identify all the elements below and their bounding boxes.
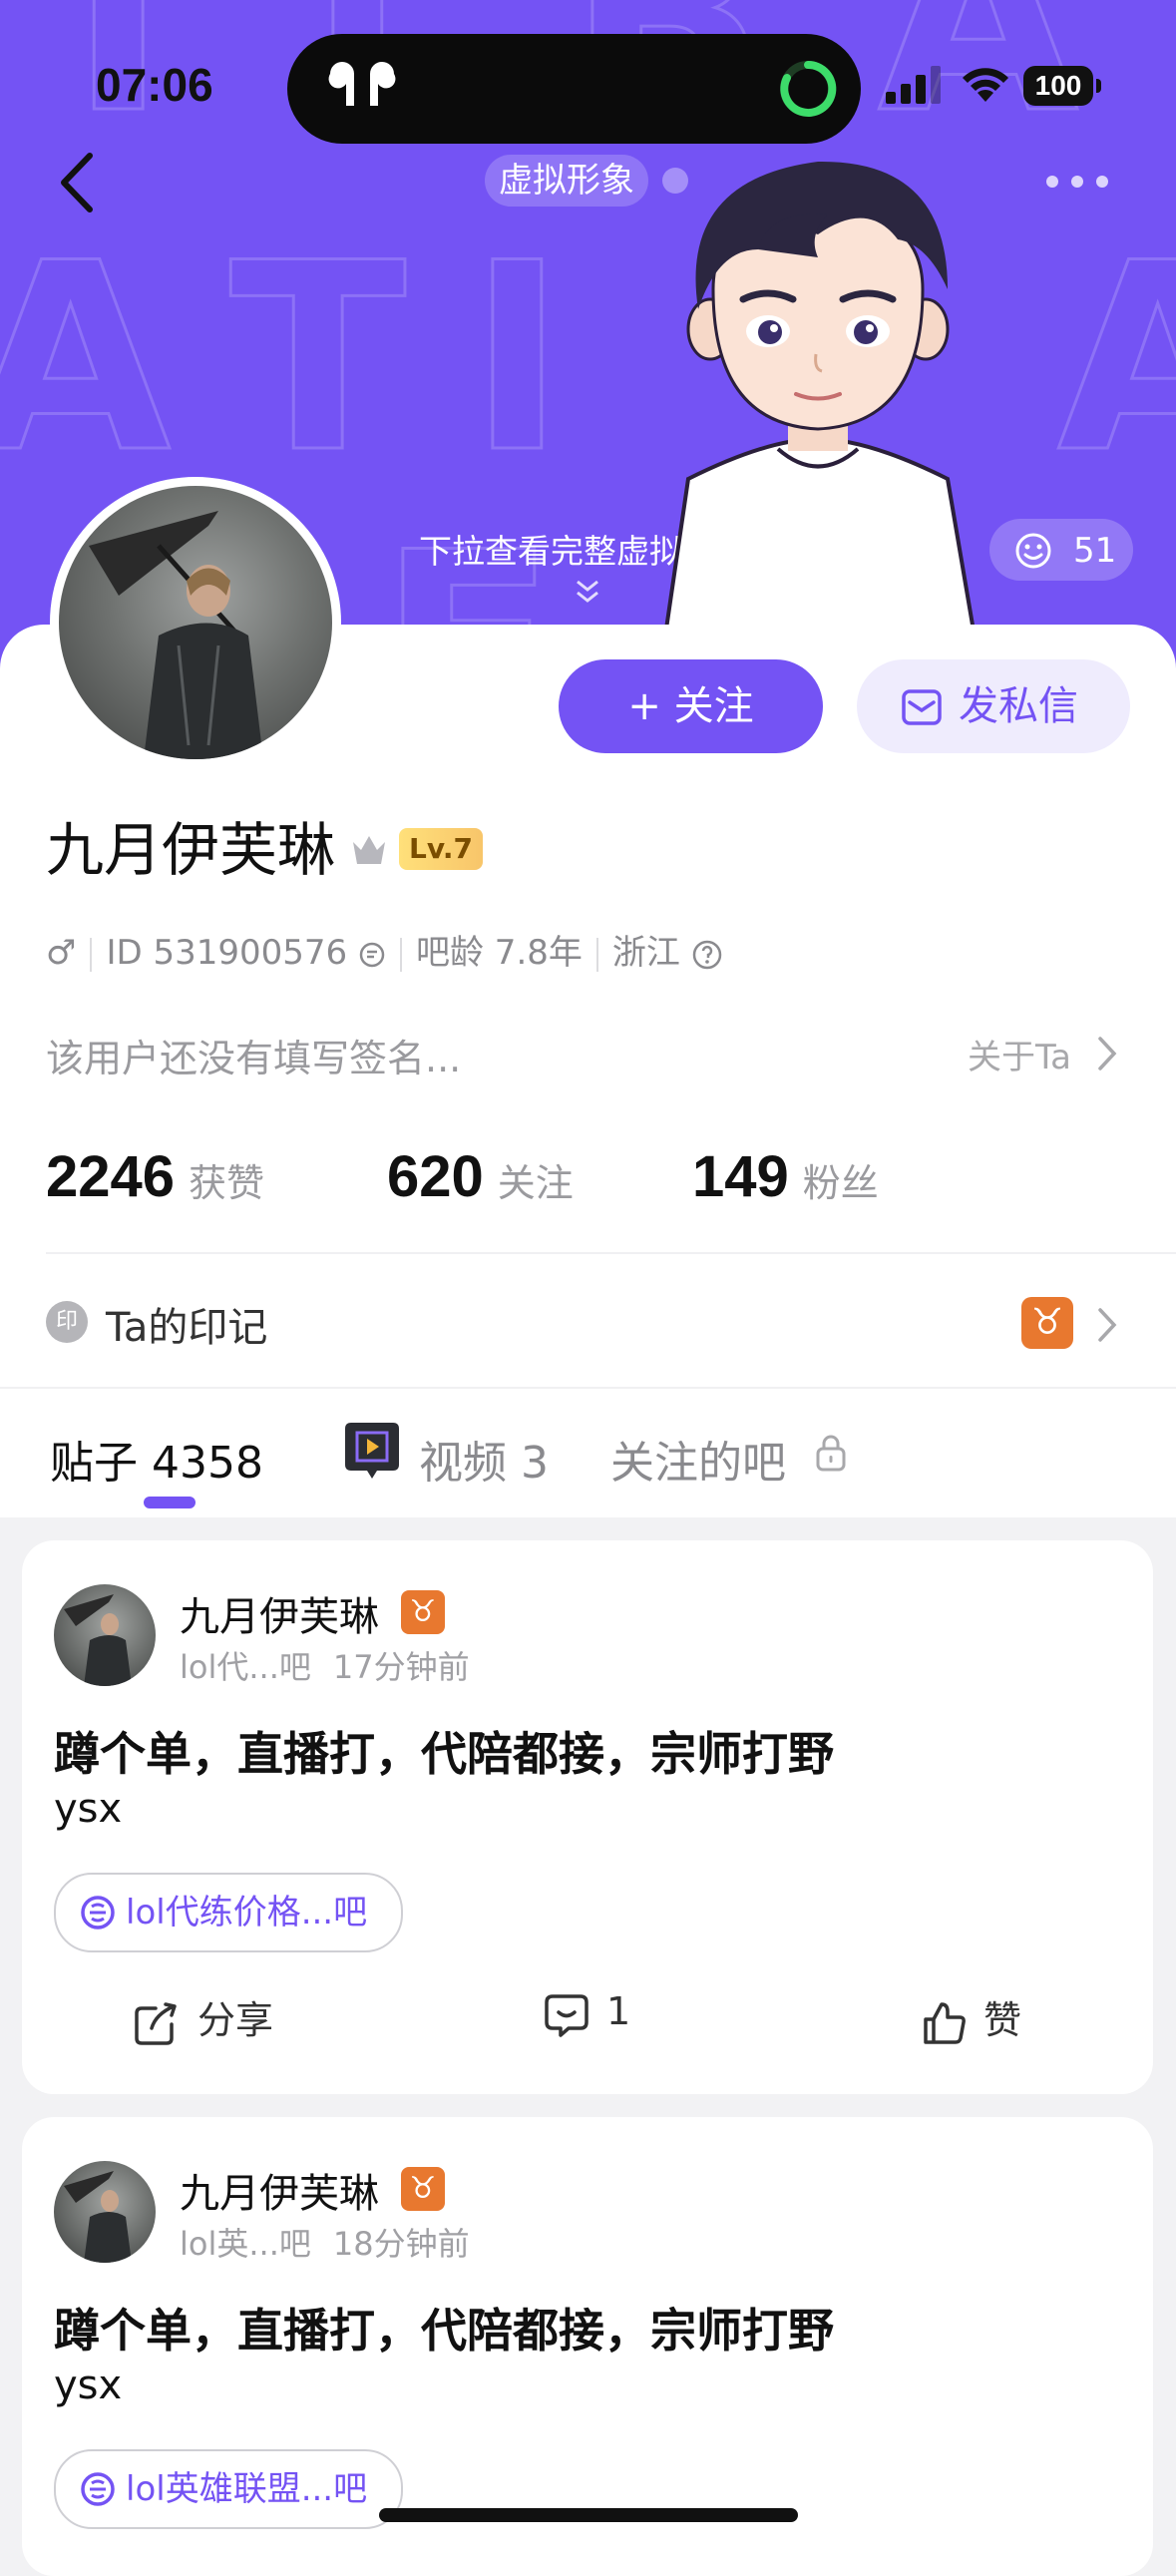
post-bar-name[interactable]: lol英...吧 — [180, 2225, 311, 2263]
taurus-zodiac-icon: ♉ — [401, 1590, 445, 1634]
mail-icon — [902, 689, 942, 725]
post-bar-name[interactable]: lol代...吧 — [180, 1648, 311, 1686]
help-icon[interactable] — [691, 939, 723, 971]
username: 九月伊芙琳 — [46, 816, 336, 884]
post-time: 18分钟前 — [332, 2225, 470, 2263]
post-body[interactable]: ysx — [54, 2362, 122, 2408]
user-avatar[interactable] — [50, 477, 341, 768]
private-message-button[interactable]: 发私信 — [857, 659, 1130, 753]
bar-logo-icon — [81, 2472, 115, 2506]
tab-active-indicator — [144, 1497, 196, 1508]
back-icon[interactable] — [52, 148, 112, 217]
home-indicator[interactable] — [379, 2508, 798, 2522]
stat-likes[interactable]: 2246 获赞 — [46, 1143, 264, 1210]
author-name[interactable]: 九月伊芙琳 — [180, 1584, 379, 1642]
post-time: 17分钟前 — [332, 1648, 470, 1686]
lock-icon — [816, 1435, 846, 1472]
bar-tag[interactable]: lol英雄联盟...吧 — [54, 2449, 404, 2529]
ta-marks-row[interactable]: 印 Ta的印记 ♉ — [0, 1277, 1176, 1367]
avatar-photo — [89, 511, 263, 759]
post-card[interactable]: 九月伊芙琳 ♉ lol代...吧 17分钟前 蹲个单，直播打，代陪都接，宗师打野 … — [22, 1540, 1153, 2094]
like-button[interactable]: 赞 — [920, 1989, 1021, 2047]
divider — [0, 1387, 1176, 1389]
divider — [46, 1252, 1176, 1254]
name-row: 九月伊芙琳 Lv.7 — [46, 810, 483, 890]
post-card[interactable]: 九月伊芙琳 ♉ lol英...吧 18分钟前 蹲个单，直播打，代陪都接，宗师打野 … — [22, 2117, 1153, 2576]
activity-ring-icon — [780, 60, 837, 117]
taurus-zodiac-icon: ♉ — [1021, 1297, 1073, 1349]
post-meta: lol英...吧 18分钟前 — [180, 2219, 470, 2265]
signature-text: 该用户还没有填写签名... — [46, 1037, 462, 1080]
status-time: 07:06 — [96, 59, 213, 111]
post-meta: lol代...吧 17分钟前 — [180, 1642, 470, 1688]
smile-icon — [1015, 533, 1051, 569]
wifi-icon — [963, 68, 1008, 102]
bar-tag[interactable]: lol代练价格...吧 — [54, 1873, 404, 1952]
share-icon — [135, 2001, 177, 2045]
copy-icon[interactable] — [358, 941, 386, 969]
avatar-like-chip[interactable]: 51 — [989, 519, 1133, 581]
cellular-signal-icon — [886, 66, 941, 104]
bar-tag-label: lol代练价格...吧 — [126, 1893, 368, 1932]
profile-meta-row: ♂ ID 531900576 吧龄 7.8年 浙江 — [46, 928, 723, 978]
taurus-zodiac-icon: ♉ — [401, 2167, 445, 2211]
author-avatar[interactable] — [54, 2161, 156, 2263]
comment-button[interactable]: 1 — [543, 1989, 630, 2038]
post-body[interactable]: ysx — [54, 1786, 122, 1832]
thumbs-up-icon — [924, 2001, 966, 2044]
share-button[interactable]: 分享 — [132, 1989, 273, 2048]
location: 浙江 — [611, 933, 680, 973]
video-icon — [345, 1423, 399, 1479]
crown-badge-icon — [353, 836, 386, 864]
chevron-right-icon[interactable] — [1095, 1034, 1119, 1073]
private-message-label: 发私信 — [959, 683, 1078, 729]
about-link[interactable]: 关于Ta — [968, 1030, 1071, 1078]
marks-label: Ta的印记 — [106, 1305, 268, 1351]
content-tabs: 贴子 4358 视频 3 关注的吧 — [0, 1397, 1176, 1516]
stat-following[interactable]: 620 关注 — [387, 1143, 574, 1210]
tab-videos[interactable]: 视频 3 — [419, 1427, 549, 1491]
battery-indicator: 100 — [1023, 66, 1101, 106]
tab-followed-bars[interactable]: 关注的吧 — [610, 1427, 786, 1491]
post-actions: 分享 1 赞 — [22, 1989, 1153, 2069]
airpods-icon — [328, 62, 396, 106]
gender-icon: ♂ — [46, 933, 77, 973]
virtual-avatar-character[interactable] — [618, 140, 1017, 678]
post-title[interactable]: 蹲个单，直播打，代陪都接，宗师打野 — [54, 1718, 834, 1784]
post-title[interactable]: 蹲个单，直播打，代陪都接，宗师打野 — [54, 2295, 834, 2361]
bar-logo-icon — [81, 1896, 115, 1930]
bar-age: 吧龄 7.8年 — [416, 933, 583, 973]
avatar-like-count: 51 — [1073, 531, 1117, 571]
seal-icon: 印 — [46, 1301, 88, 1343]
comment-icon — [545, 1993, 588, 2037]
stat-followers[interactable]: 149 粉丝 — [692, 1143, 879, 1210]
double-chevron-down-icon — [577, 580, 598, 603]
author-avatar[interactable] — [54, 1584, 156, 1686]
dynamic-island — [287, 34, 861, 144]
more-options-icon[interactable] — [1042, 170, 1112, 194]
bar-tag-label: lol英雄联盟...吧 — [126, 2469, 368, 2509]
tab-posts[interactable]: 贴子 4358 — [50, 1427, 263, 1491]
author-name[interactable]: 九月伊芙琳 — [180, 2161, 379, 2219]
follow-button[interactable]: + 关注 — [559, 659, 823, 753]
chevron-right-icon — [1098, 1308, 1117, 1342]
user-id: ID 531900576 — [106, 933, 348, 973]
level-badge: Lv.7 — [399, 828, 483, 870]
